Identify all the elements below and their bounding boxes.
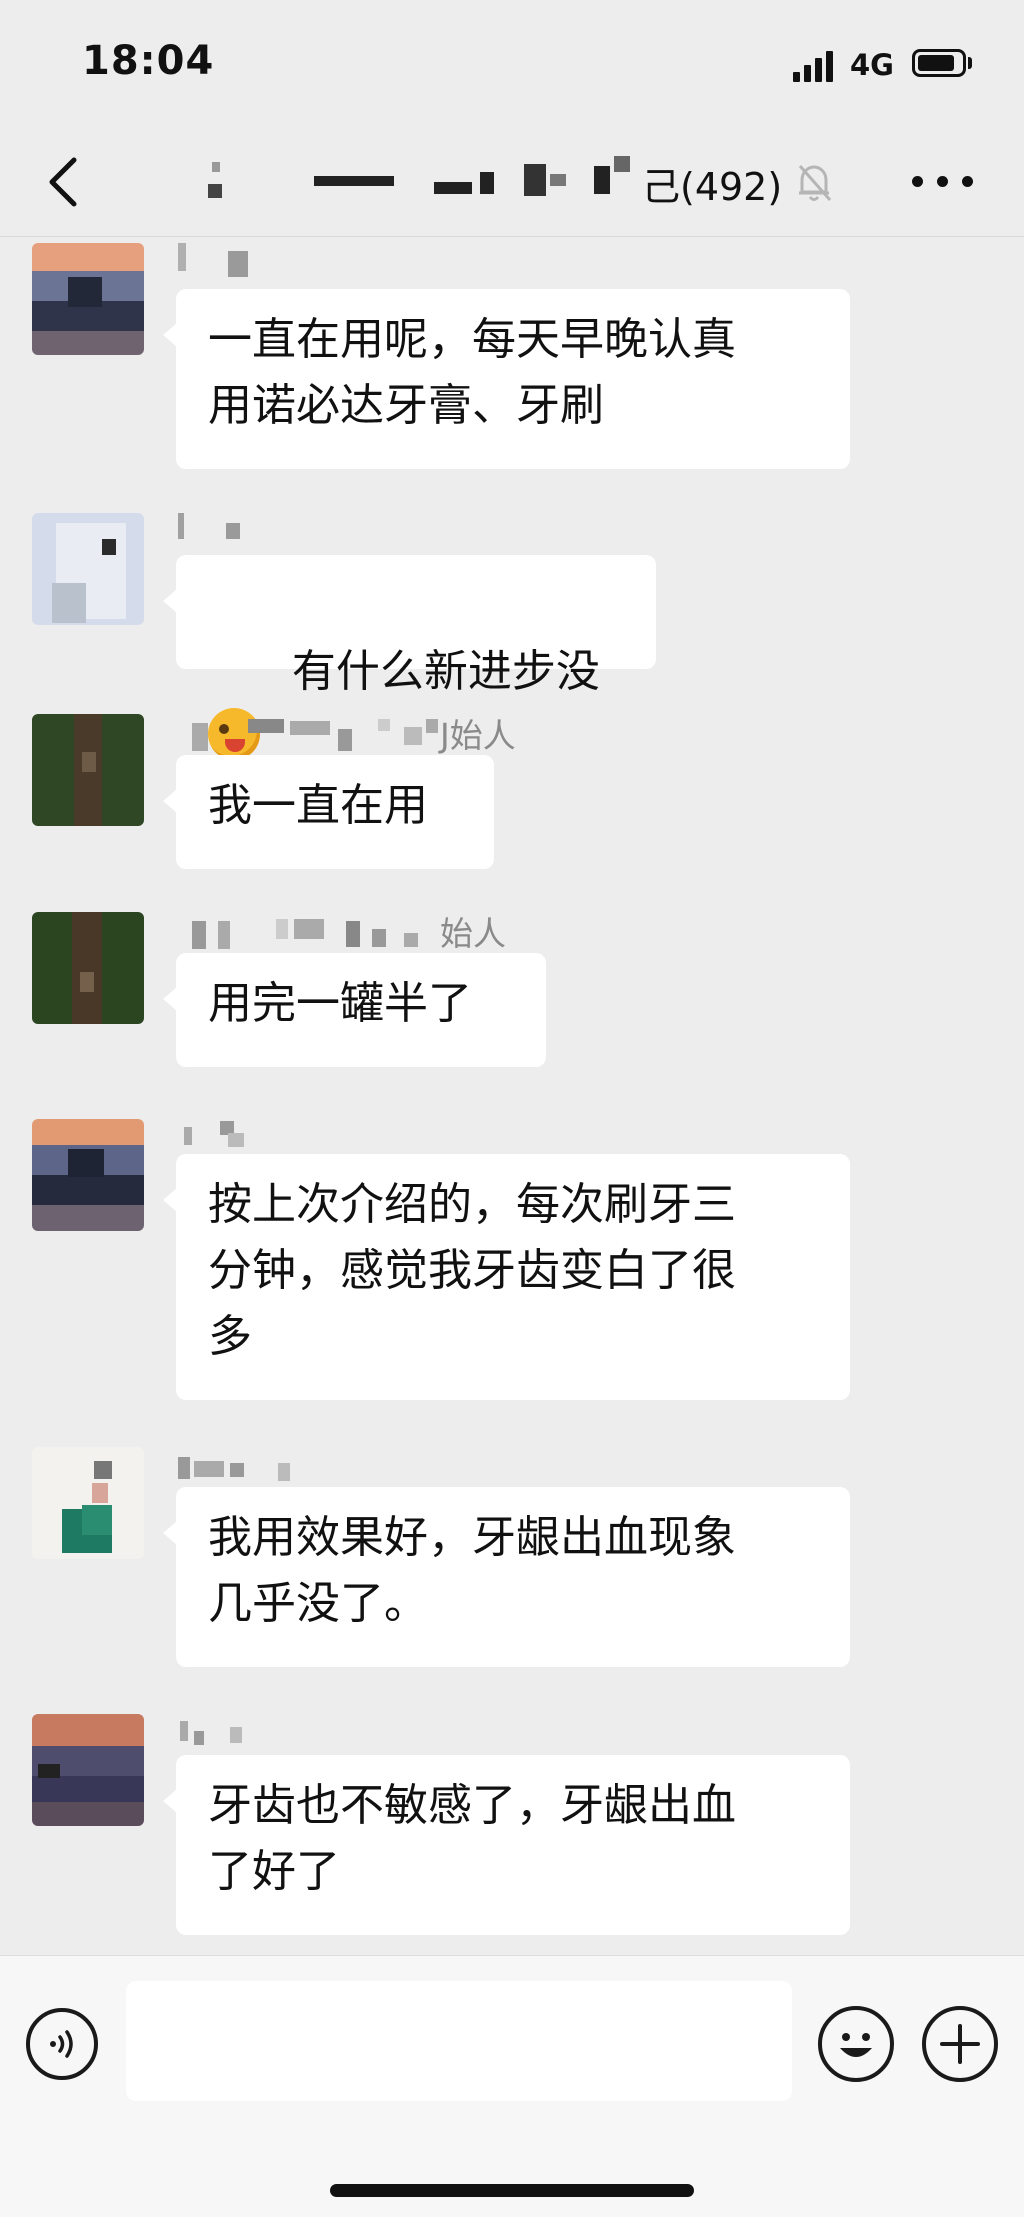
message-input[interactable] [126,1981,792,2101]
message-list[interactable]: 一直在用呢，每天早晚认真 用诺必达牙膏、牙刷 有什么新进步没 J始人 我一直在用… [0,237,1024,1955]
message-text: 有什么新进步没 [291,646,600,697]
sender-name [178,1449,678,1489]
battery-icon [912,49,966,77]
emoji-button[interactable] [818,2006,894,2082]
avatar[interactable] [32,1119,144,1231]
chat-title: 己(492) [190,154,850,214]
back-button[interactable] [36,152,96,212]
message-bubble[interactable]: 我一直在用 [163,755,494,869]
chat-nav-bar: 己(492) [0,130,1024,237]
status-time: 18:04 [82,38,215,84]
avatar[interactable] [32,1714,144,1826]
smiley-icon [840,2033,872,2057]
sender-name: J始人 [178,713,678,755]
sender-name [178,1119,678,1159]
chat-title-suffix: 己(492) [642,165,783,209]
status-bar: 18:04 4G [0,0,1024,130]
home-indicator [330,2184,694,2197]
message-bubble[interactable]: 我用效果好，牙龈出血现象 几乎没了。 [163,1487,850,1667]
plus-icon [940,2024,980,2064]
more-button[interactable] [910,170,976,194]
avatar[interactable] [32,243,144,355]
sender-name-text: J始人 [440,716,516,755]
more-dots-icon [912,176,923,187]
sender-name-text: 始人 [440,914,506,953]
message-bubble[interactable]: 有什么新进步没 [163,555,656,760]
message-bubble[interactable]: 按上次介绍的，每次刷牙三 分钟，感觉我牙齿变白了很 多 [163,1154,850,1400]
avatar[interactable] [32,912,144,1024]
message-bubble[interactable]: 一直在用呢，每天早晚认真 用诺必达牙膏、牙刷 [163,289,850,469]
sender-name [178,513,678,553]
signal-icon [793,50,835,82]
message-bubble[interactable]: 用完一罐半了 [163,953,546,1067]
input-bar [0,1955,1024,2217]
chevron-left-icon [49,157,77,207]
voice-icon [50,2030,73,2058]
battery-tip [968,57,972,69]
sender-name [178,1713,678,1753]
network-label: 4G [850,48,894,82]
message-bubble[interactable]: 牙齿也不敏感了，牙龈出血 了好了 [163,1755,850,1935]
voice-button[interactable] [26,2008,98,2080]
plus-button[interactable] [922,2006,998,2082]
avatar[interactable] [32,513,144,625]
sender-name [178,243,678,283]
bell-off-icon [794,160,834,204]
sender-name: 始人 [178,911,678,953]
avatar[interactable] [32,1447,144,1559]
avatar[interactable] [32,714,144,826]
